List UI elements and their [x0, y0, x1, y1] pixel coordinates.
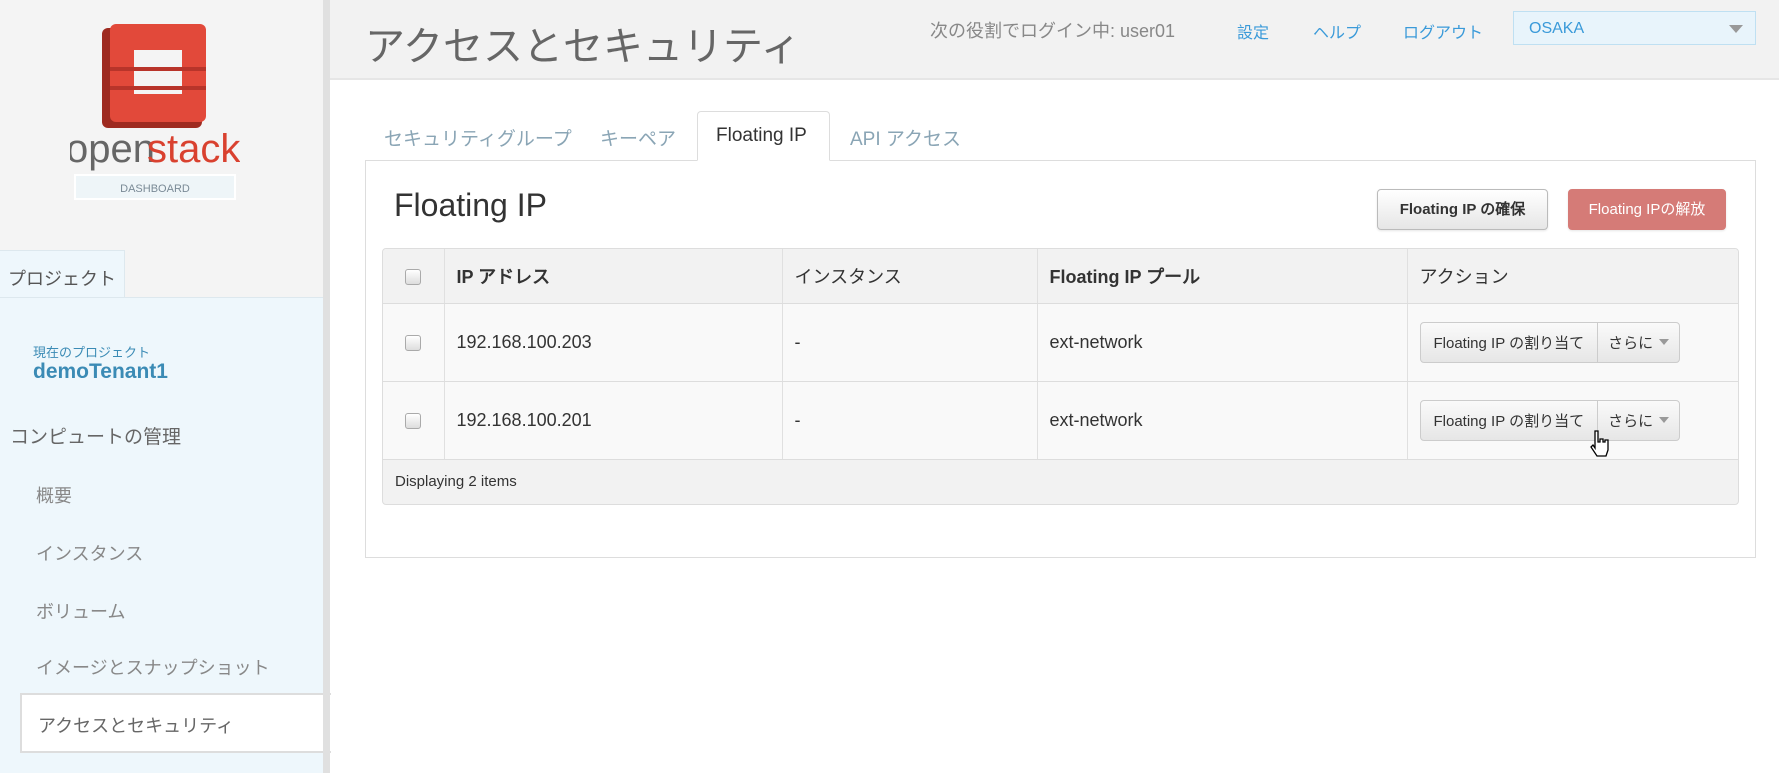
tab-floating-ip[interactable]: Floating IP	[697, 111, 830, 161]
tab-security-groups[interactable]: セキュリティグループ	[384, 111, 572, 161]
logo-text-stack: stack	[147, 127, 240, 171]
sidebar-item-overview[interactable]: 概要	[36, 482, 72, 508]
floating-ip-panel: Floating IP Floating IP の確保 Floating IPの…	[365, 160, 1756, 558]
current-project-label: 現在のプロジェクト	[33, 345, 151, 360]
column-header-actions: アクション	[1407, 249, 1738, 304]
table-row: 192.168.100.201 - ext-network Floating I…	[383, 381, 1738, 460]
help-link[interactable]: ヘルプ	[1313, 19, 1361, 43]
chevron-down-icon	[1729, 25, 1743, 33]
column-header-pool[interactable]: Floating IP プール	[1037, 249, 1408, 304]
sidebar-divider	[323, 0, 330, 773]
pool: ext-network	[1037, 381, 1408, 460]
compute-section-heading[interactable]: コンピュートの管理	[10, 422, 181, 449]
column-header-instance[interactable]: インスタンス	[782, 249, 1038, 304]
ip-address: 192.168.100.201	[444, 381, 783, 460]
page-title: アクセスとセキュリティ	[365, 25, 801, 69]
tab-api-access[interactable]: API アクセス	[850, 111, 961, 161]
project-tab[interactable]: プロジェクト	[0, 250, 125, 298]
caret-down-icon	[1659, 417, 1670, 423]
more-label: さらに	[1608, 334, 1654, 352]
associate-ip-button[interactable]: Floating IP の割り当て	[1421, 323, 1598, 362]
associate-ip-button[interactable]: Floating IP の割り当て	[1421, 401, 1598, 440]
header: アクセスとセキュリティ 次の役割でログイン中: user01 設定 ヘルプ ログ…	[330, 0, 1779, 80]
sidebar-item-access-security[interactable]: アクセスとセキュリティ	[20, 693, 331, 753]
select-all-checkbox[interactable]	[405, 268, 422, 285]
project-nav: 現在のプロジェクト demoTenant1 コンピュートの管理 概要 インスタン…	[0, 297, 331, 773]
table-footer: Displaying 2 items	[395, 472, 517, 490]
region-value: OSAKA	[1529, 20, 1585, 37]
column-header-ip[interactable]: IP アドレス	[444, 249, 783, 304]
table-header-row: IP アドレス インスタンス Floating IP プール アクション	[383, 249, 1738, 304]
caret-down-icon	[1659, 339, 1670, 345]
instance: -	[782, 303, 1038, 382]
instance: -	[782, 381, 1038, 460]
panel-title: Floating IP	[394, 187, 547, 223]
sidebar: open stack DASHBOARD プロジェクト 現在のプロジェクト de…	[0, 0, 331, 773]
table-row: 192.168.100.203 - ext-network Floating I…	[383, 303, 1738, 382]
row-checkbox[interactable]	[405, 334, 422, 351]
current-project-name[interactable]: demoTenant1	[33, 360, 168, 384]
row-checkbox[interactable]	[405, 412, 422, 429]
region-select[interactable]: OSAKA	[1513, 11, 1756, 45]
sidebar-item-volumes[interactable]: ボリューム	[36, 598, 125, 624]
hand-cursor-icon	[1590, 430, 1609, 457]
sidebar-item-images[interactable]: イメージとスナップショット	[36, 654, 270, 680]
logged-in-user: 次の役割でログイン中: user01	[930, 21, 1176, 41]
row-action-group: Floating IP の割り当て さらに	[1419, 321, 1681, 363]
settings-link[interactable]: 設定	[1237, 19, 1269, 43]
sidebar-item-instances[interactable]: インスタンス	[36, 540, 143, 566]
logo-text: open	[70, 127, 155, 171]
row-action-group: Floating IP の割り当て さらに	[1419, 399, 1681, 441]
release-ip-button[interactable]: Floating IPの解放	[1568, 189, 1726, 230]
more-label: さらに	[1608, 412, 1654, 430]
logo-subtitle: DASHBOARD	[120, 183, 190, 195]
pool: ext-network	[1037, 303, 1408, 382]
ip-address: 192.168.100.203	[444, 303, 783, 382]
floating-ip-table: IP アドレス インスタンス Floating IP プール アクション 192…	[382, 248, 1739, 505]
openstack-logo[interactable]: open stack DASHBOARD	[66, 22, 241, 202]
more-actions-dropdown[interactable]: さらに	[1597, 322, 1679, 362]
tab-key-pairs[interactable]: キーペア	[600, 111, 676, 161]
logout-link[interactable]: ログアウト	[1403, 19, 1483, 43]
openstack-cube-icon: open stack DASHBOARD	[66, 24, 241, 200]
allocate-ip-button[interactable]: Floating IP の確保	[1377, 189, 1548, 230]
